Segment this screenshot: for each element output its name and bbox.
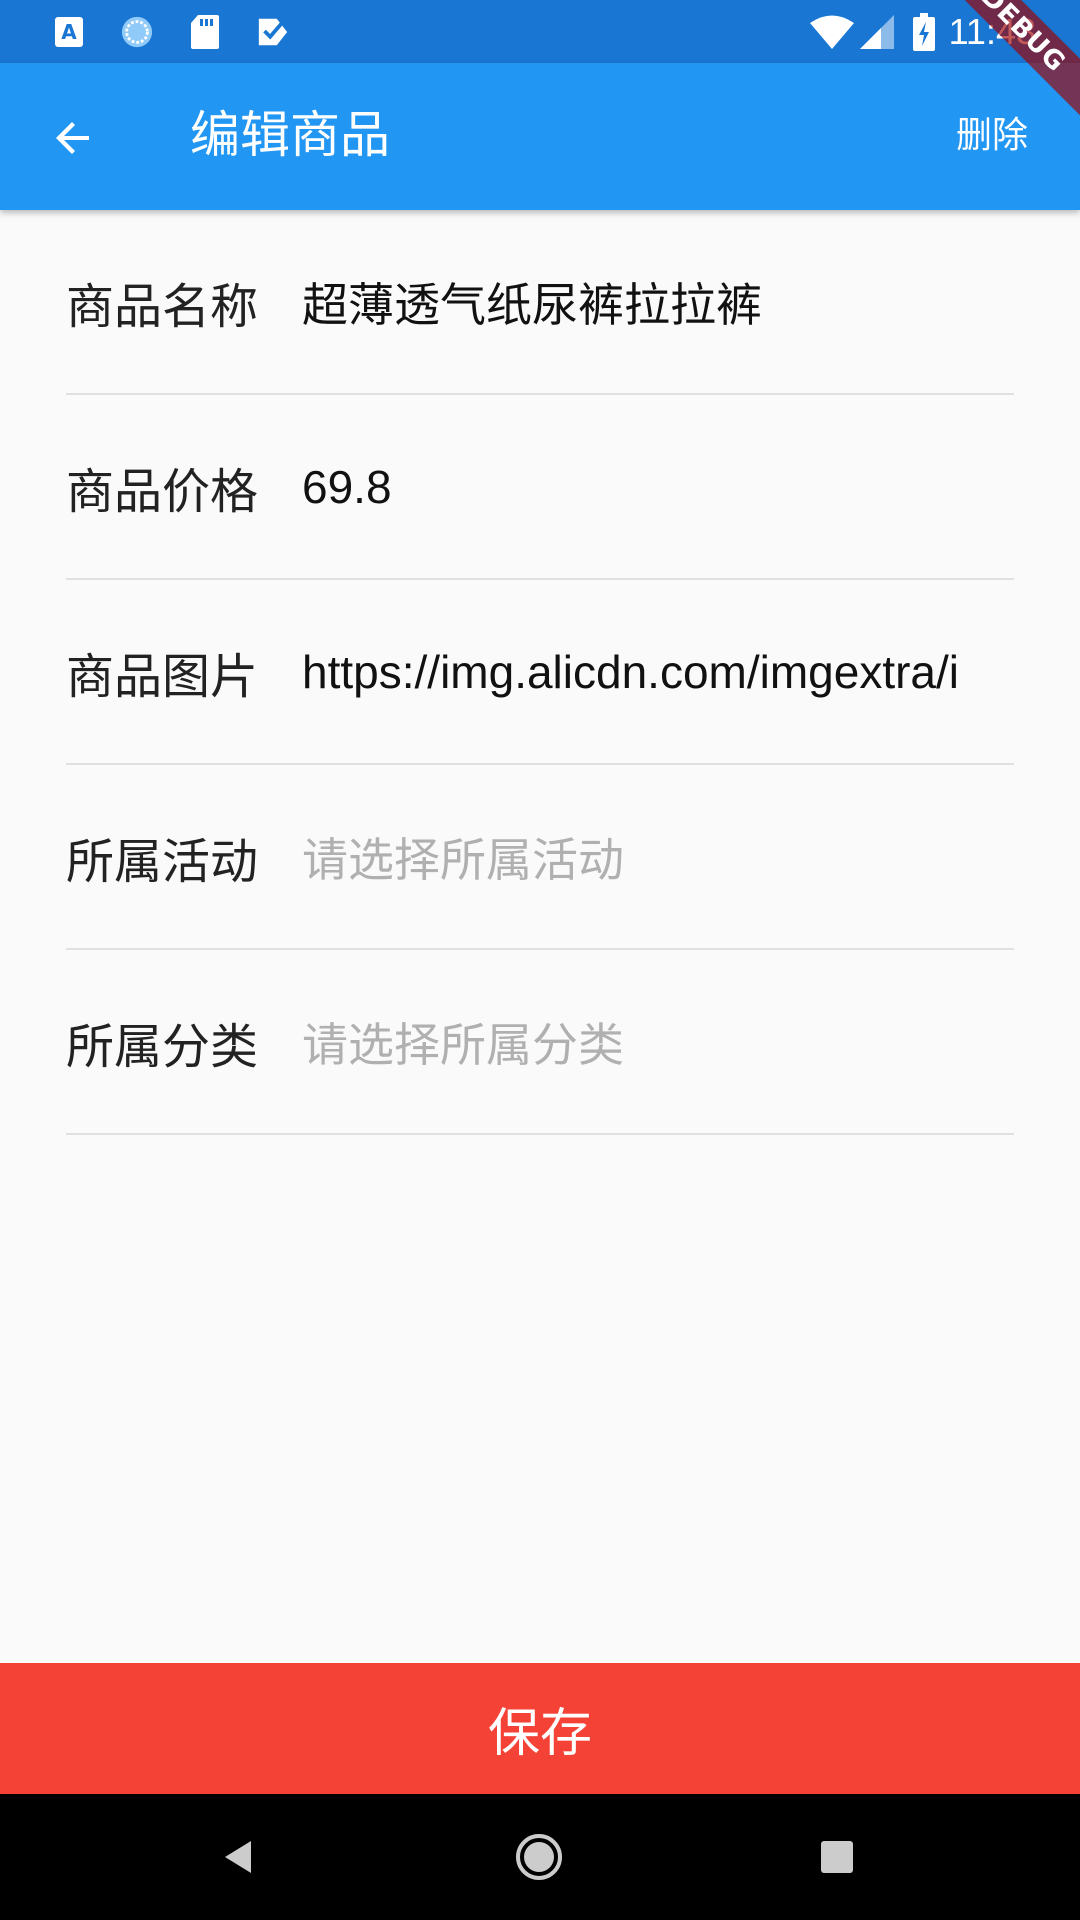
form-row-image[interactable]: 商品图片 https://img.alicdn.com/imgextra/i bbox=[66, 580, 1014, 765]
app-bar: 编辑商品 删除 bbox=[0, 63, 1080, 210]
triangle-back-icon bbox=[225, 1841, 251, 1873]
form-row-price[interactable]: 商品价格 69.8 bbox=[66, 395, 1014, 580]
field-label: 所属活动 bbox=[66, 833, 259, 890]
check-notification-icon bbox=[256, 15, 290, 49]
category-select[interactable]: 请选择所属分类 bbox=[302, 1009, 1014, 1075]
page-title: 编辑商品 bbox=[190, 106, 390, 164]
notification-icons: A bbox=[0, 14, 324, 49]
delete-button[interactable]: 删除 bbox=[956, 113, 1028, 159]
field-label: 所属分类 bbox=[66, 1018, 259, 1075]
form-row-category[interactable]: 所属分类 请选择所属分类 bbox=[66, 950, 1014, 1135]
field-label: 商品图片 bbox=[66, 648, 259, 705]
square-recents-icon bbox=[821, 1841, 853, 1873]
sd-card-icon bbox=[188, 14, 222, 49]
arrow-back-icon bbox=[56, 122, 89, 154]
activity-select[interactable]: 请选择所属活动 bbox=[302, 824, 1014, 890]
app-a-icon: A bbox=[52, 15, 86, 49]
form-row-name[interactable]: 商品名称 超薄透气纸尿裤拉拉裤 bbox=[66, 210, 1014, 395]
product-name-input[interactable]: 超薄透气纸尿裤拉拉裤 bbox=[302, 269, 1014, 335]
field-label: 商品价格 bbox=[66, 463, 259, 520]
sync-circle-icon bbox=[120, 15, 154, 49]
product-price-input[interactable]: 69.8 bbox=[302, 460, 1014, 514]
field-label: 商品名称 bbox=[66, 278, 259, 335]
form-row-activity[interactable]: 所属活动 请选择所属活动 bbox=[66, 765, 1014, 950]
screen: A 11:43 编辑商品 删除 DEBUG 商品名称 超薄透气纸尿裤拉拉裤 商品… bbox=[0, 0, 1080, 1920]
save-button[interactable]: 保存 bbox=[0, 1663, 1080, 1794]
product-form: 商品名称 超薄透气纸尿裤拉拉裤 商品价格 69.8 商品图片 https://i… bbox=[66, 210, 1014, 1135]
battery-charging-icon bbox=[912, 12, 935, 51]
nav-back-button[interactable] bbox=[206, 1824, 272, 1890]
nav-recents-button[interactable] bbox=[804, 1824, 870, 1890]
product-image-input[interactable]: https://img.alicdn.com/imgextra/i bbox=[302, 645, 1014, 699]
system-nav-bar bbox=[0, 1794, 1080, 1920]
nav-home-button[interactable] bbox=[506, 1824, 572, 1890]
circle-home-icon bbox=[516, 1834, 562, 1880]
wifi-icon bbox=[809, 14, 855, 50]
back-button[interactable] bbox=[36, 101, 110, 175]
signal-icon bbox=[859, 14, 895, 50]
svg-text:A: A bbox=[61, 20, 77, 44]
status-bar: A 11:43 bbox=[0, 0, 1080, 63]
